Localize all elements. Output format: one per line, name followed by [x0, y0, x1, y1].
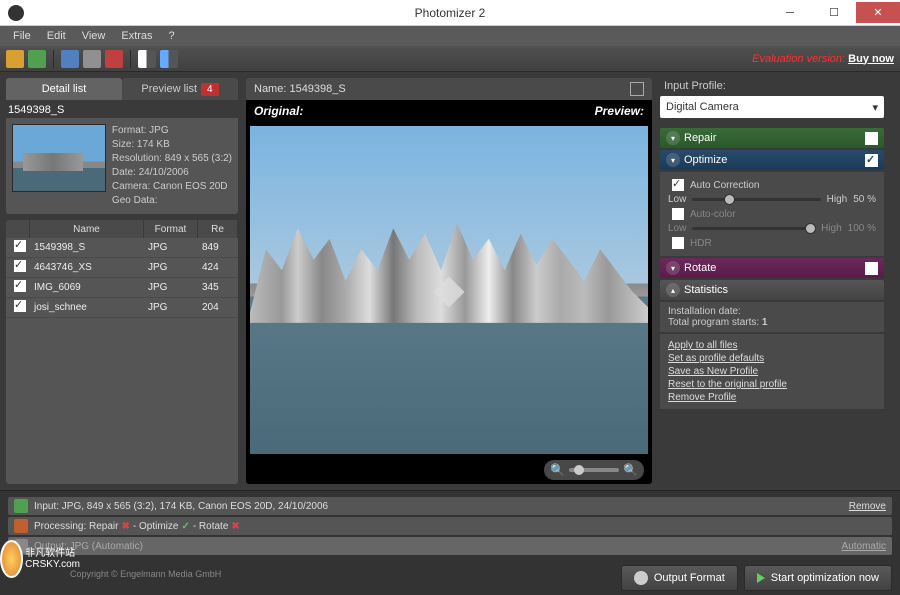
- filelist-header: NameFormatRe: [6, 220, 238, 238]
- preview-count-badge: 4: [201, 83, 219, 96]
- list-item[interactable]: 4643746_XSJPG424: [6, 258, 238, 278]
- chevron-up-icon: ▴: [666, 283, 680, 297]
- titlebar: Photomizer 2 ─ ☐ ✕: [0, 0, 900, 26]
- chevron-down-icon: ▾: [666, 261, 680, 275]
- list-item[interactable]: 1549398_SJPG849: [6, 238, 238, 258]
- hdr-checkbox[interactable]: [672, 237, 684, 249]
- auto-correction-checkbox[interactable]: [672, 179, 684, 191]
- buy-now-link[interactable]: Buy now: [848, 53, 894, 65]
- chevron-down-icon: ▾: [666, 153, 680, 167]
- preview-image[interactable]: Original: Preview: 🔍 🔍: [246, 100, 652, 484]
- chevron-down-icon: ▾: [666, 131, 680, 145]
- row-checkbox[interactable]: [14, 260, 26, 272]
- apply-all-link[interactable]: Apply to all files: [668, 340, 876, 351]
- compare-view-icon[interactable]: [138, 50, 156, 68]
- thumbnail[interactable]: [12, 124, 106, 192]
- list-item[interactable]: josi_schneeJPG204: [6, 298, 238, 318]
- rotate-checkbox[interactable]: [865, 262, 878, 275]
- toolbar: Evaluation version: Buy now: [0, 46, 900, 72]
- input-icon: [14, 499, 28, 513]
- tab-detail-list[interactable]: Detail list: [6, 78, 122, 100]
- remove-link[interactable]: Remove: [849, 501, 886, 512]
- set-default-link[interactable]: Set as profile defaults: [668, 353, 876, 364]
- delete-icon[interactable]: [105, 50, 123, 68]
- processing-status-row: Processing: Repair✖ - Optimize✓ - Rotate…: [8, 517, 892, 535]
- row-checkbox[interactable]: [14, 280, 26, 292]
- app-icon: [8, 5, 24, 21]
- accordion-repair[interactable]: ▾ Repair: [660, 128, 884, 148]
- auto-color-slider[interactable]: [692, 227, 815, 230]
- input-status-row: Input: JPG, 849 x 565 (3:2), 174 KB, Can…: [8, 497, 892, 515]
- menubar: File Edit View Extras ?: [0, 26, 900, 46]
- add-icon[interactable]: [28, 50, 46, 68]
- menu-view[interactable]: View: [75, 28, 113, 44]
- optimize-checkbox[interactable]: [865, 154, 878, 167]
- minimize-button[interactable]: ─: [768, 2, 812, 23]
- start-optimization-button[interactable]: Start optimization now: [744, 565, 892, 591]
- list-item[interactable]: IMG_6069JPG345: [6, 278, 238, 298]
- evaluation-banner: Evaluation version: Buy now: [752, 53, 894, 65]
- watermark: 非凡软件站CRSKY.com: [0, 536, 80, 582]
- menu-extras[interactable]: Extras: [114, 28, 159, 44]
- output-status-row: Output: JPG (Automatic) Automatic: [8, 537, 892, 555]
- file-list: 1549398_SJPG849 4643746_XSJPG424 IMG_606…: [6, 238, 238, 484]
- automatic-link[interactable]: Automatic: [842, 541, 886, 552]
- expand-icon[interactable]: [630, 82, 644, 96]
- reset-profile-link[interactable]: Reset to the original profile: [668, 379, 876, 390]
- current-file-name: 1549398_S: [8, 104, 238, 116]
- accordion-statistics[interactable]: ▴ Statistics: [660, 280, 884, 300]
- profile-actions: Apply to all files Set as profile defaul…: [660, 334, 884, 409]
- repair-checkbox[interactable]: [865, 132, 878, 145]
- save-icon[interactable]: [61, 50, 79, 68]
- file-detail-panel: Format: JPG Size: 174 KB Resolution: 849…: [6, 118, 238, 214]
- file-metadata: Format: JPG Size: 174 KB Resolution: 849…: [112, 124, 232, 208]
- remove-profile-link[interactable]: Remove Profile: [668, 392, 876, 403]
- open-folder-icon[interactable]: [6, 50, 24, 68]
- tab-preview-list[interactable]: Preview list4: [122, 78, 238, 100]
- auto-correction-slider[interactable]: [692, 198, 820, 201]
- split-view-icon[interactable]: [160, 50, 178, 68]
- menu-help[interactable]: ?: [162, 28, 182, 44]
- close-button[interactable]: ✕: [856, 2, 900, 23]
- maximize-button[interactable]: ☐: [812, 2, 856, 23]
- optimize-panel: Auto Correction LowHigh50 % Auto-color L…: [660, 172, 884, 256]
- input-profile-label: Input Profile:: [660, 78, 884, 94]
- processing-icon: [14, 519, 28, 533]
- app-title: Photomizer 2: [415, 6, 486, 20]
- gear-icon: [634, 571, 648, 585]
- zoom-in-icon[interactable]: 🔍: [623, 463, 638, 477]
- input-profile-dropdown[interactable]: Digital Camera: [660, 96, 884, 118]
- zoom-control[interactable]: 🔍 🔍: [544, 460, 644, 480]
- original-label: Original:: [254, 104, 303, 118]
- auto-color-checkbox[interactable]: [672, 208, 684, 220]
- preview-header: Name: 1549398_S: [246, 78, 652, 100]
- save-profile-link[interactable]: Save as New Profile: [668, 366, 876, 377]
- row-checkbox[interactable]: [14, 240, 26, 252]
- settings-icon[interactable]: [83, 50, 101, 68]
- statistics-panel: Installation date: Total program starts:…: [660, 302, 884, 332]
- zoom-out-icon[interactable]: 🔍: [550, 463, 565, 477]
- status-panel: Input: JPG, 849 x 565 (3:2), 174 KB, Can…: [0, 490, 900, 561]
- accordion-optimize[interactable]: ▾ Optimize: [660, 150, 884, 170]
- preview-label: Preview:: [595, 104, 644, 118]
- menu-file[interactable]: File: [6, 28, 38, 44]
- menu-edit[interactable]: Edit: [40, 28, 73, 44]
- output-format-button[interactable]: Output Format: [621, 565, 738, 591]
- accordion-rotate[interactable]: ▾ Rotate: [660, 258, 884, 278]
- zoom-slider[interactable]: [569, 468, 619, 472]
- copyright-text: Copyright © Engelmann Media GmbH: [70, 569, 221, 579]
- row-checkbox[interactable]: [14, 300, 26, 312]
